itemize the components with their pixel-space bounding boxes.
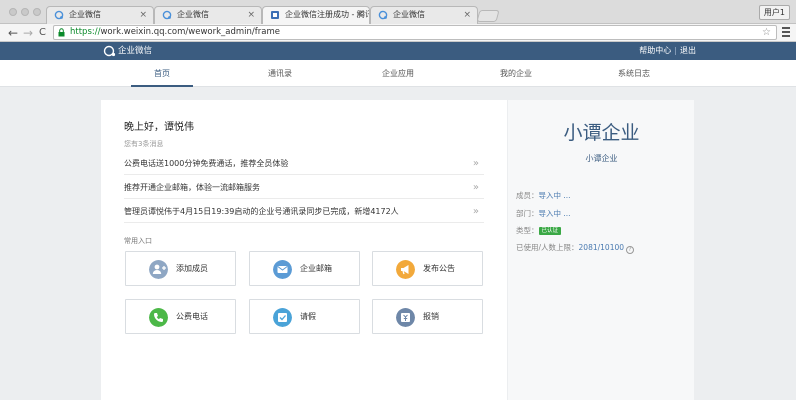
nav-system-log[interactable]: 系统日志 [575,60,693,87]
message-text: 公费电话送1000分钟免费通话，推荐全员体验 [124,159,289,168]
message-text: 管理员谭悦伟于4月15日19:39启动的企业号通讯录同步已完成，新增4172人 [124,207,399,216]
company-short-name[interactable]: 小谭企业 [508,153,695,164]
home-main-column: 晚上好，谭悦伟 您有3条消息 公费电话送1000分钟免费通话，推荐全员体验 » … [101,100,507,400]
add-member-button[interactable]: 添加成员 [125,251,236,286]
url-scheme: https:// [70,27,101,37]
back-button[interactable]: ← [8,25,18,41]
content-panel: 晚上好，谭悦伟 您有3条消息 公费电话送1000分钟免费通话，推荐全员体验 » … [101,100,694,400]
browser-tab-active[interactable]: 企业微信注册成功 - 腾讯企... × [262,6,370,24]
minimize-window-button[interactable] [21,8,29,16]
greeting: 晚上好，谭悦伟 [124,122,194,133]
card-label: 请假 [300,312,316,321]
nav-home[interactable]: 首页 [103,60,221,87]
departments-value[interactable]: 导入中 ... [539,209,571,218]
new-tab-button[interactable] [476,10,500,22]
wework-favicon-icon [162,10,172,20]
tab-title: 企业微信 [69,10,101,19]
forward-button[interactable]: → [23,25,33,41]
address-bar[interactable]: https://work.weixin.qq.com/wework_admin/… [53,25,777,40]
lock-icon [58,28,65,37]
reimbursement-button[interactable]: 报销 [372,299,483,334]
departments-label: 部门： [516,209,539,218]
browser-tab-bar: 企业微信 × 企业微信 × 企业微信注册成功 - 腾讯企... × 企业微信 ×… [0,0,796,24]
help-icon[interactable]: ? [626,246,635,254]
browser-tab[interactable]: 企业微信 × [46,6,154,24]
chevron-right-icon: » [472,158,479,169]
message-item[interactable]: 公费电话送1000分钟免费通话，推荐全员体验 » [124,153,484,175]
add-member-icon [149,260,168,279]
chevron-right-icon: » [472,182,479,193]
nav-contacts[interactable]: 通讯录 [221,60,339,87]
tab-title: 企业微信 [393,10,425,19]
usage-row: 已使用/人数上限：2081/10100? [516,242,635,254]
logo-text: 企业微信 [118,46,153,56]
leave-request-icon [273,308,292,327]
browser-toolbar: ← → C https://work.weixin.qq.com/wework_… [0,24,796,42]
close-window-button[interactable] [9,8,17,16]
chevron-right-icon: » [472,206,479,217]
reload-button[interactable]: C [39,25,46,41]
verified-badge: 已认证 [538,227,562,235]
tab-title: 企业微信 [177,10,209,19]
message-item[interactable]: 推荐开通企业邮箱，体验一流邮箱服务 » [124,177,484,199]
header-links: 帮助中心 | 退出 [639,45,696,57]
wework-favicon-icon [378,10,388,20]
post-announcement-button[interactable]: 发布公告 [372,251,483,286]
company-mail-button[interactable]: 企业邮箱 [249,251,360,286]
members-value[interactable]: 导入中 ... [539,191,571,200]
header-separator: | [674,46,677,55]
logout-link[interactable]: 退出 [680,46,696,55]
browser-tab[interactable]: 企业微信 × [154,6,262,24]
tab-close-icon[interactable]: × [355,7,363,23]
nav-my-company[interactable]: 我的企业 [457,60,575,87]
card-label: 公费电话 [176,312,208,321]
type-label: 类型： [516,226,539,235]
tab-close-icon[interactable]: × [139,7,147,23]
card-label: 添加成员 [176,264,208,273]
wework-logo-icon [103,45,116,57]
card-label: 报销 [423,312,439,321]
usage-value: 2081/10100 [578,243,625,252]
common-entry-title: 常用入口 [124,237,152,245]
user-profile-button[interactable]: 用户1 [758,5,790,20]
main-navigation: 首页 通讯录 企业应用 我的企业 系统日志 [0,60,796,87]
url-text: work.weixin.qq.com/wework_admin/frame [100,27,280,37]
tab-close-icon[interactable]: × [463,7,471,23]
company-name: 小谭企业 [563,122,640,144]
announcement-icon [396,260,415,279]
message-text: 推荐开通企业邮箱，体验一流邮箱服务 [124,183,260,192]
company-info-column: 小谭企业 小谭企业 成员：导入中 ... 部门：导入中 ... 类型： 已认证 已… [507,100,694,400]
mail-icon [273,260,292,279]
browser-tab[interactable]: 企业微信 × [370,6,478,24]
maximize-window-button[interactable] [33,8,41,16]
app-logo[interactable]: 企业微信 [103,45,152,57]
usage-label: 已使用/人数上限： [516,243,579,252]
departments-row: 部门：导入中 ... [516,208,571,219]
card-label: 发布公告 [423,264,455,273]
paid-phone-button[interactable]: 公费电话 [125,299,236,334]
members-label: 成员： [516,191,539,200]
nav-apps[interactable]: 企业应用 [339,60,457,87]
type-row: 类型： 已认证 [516,225,562,236]
help-center-link[interactable]: 帮助中心 [639,46,671,55]
message-item[interactable]: 管理员谭悦伟于4月15日19:39启动的企业号通讯录同步已完成，新增4172人 … [124,201,484,223]
tencent-favicon-icon [271,11,279,19]
members-row: 成员：导入中 ... [516,190,571,201]
bookmark-star-icon[interactable]: ☆ [762,26,771,39]
wework-favicon-icon [54,10,64,20]
message-count: 您有3条消息 [124,140,164,148]
app-header: 企业微信 帮助中心 | 退出 [0,42,796,60]
card-label: 企业邮箱 [300,264,332,273]
browser-menu-icon[interactable] [782,27,790,39]
reimbursement-icon [396,308,415,327]
tab-close-icon[interactable]: × [247,7,255,23]
phone-icon [149,308,168,327]
leave-request-button[interactable]: 请假 [249,299,360,334]
